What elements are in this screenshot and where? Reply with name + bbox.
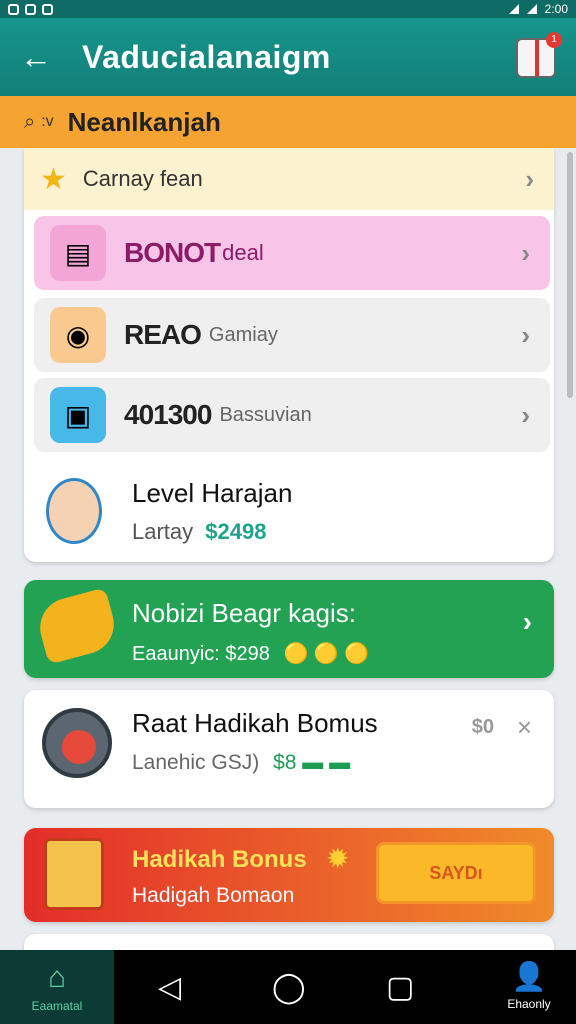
person-icon: 👤 <box>511 961 547 992</box>
chevron-right-icon: › <box>521 319 530 350</box>
list-item[interactable]: ▤ BONOT deal › <box>34 216 550 290</box>
list-item-label: Gamiay <box>208 323 278 346</box>
sub-header-prefix: :v <box>41 113 54 130</box>
close-icon[interactable]: × <box>517 712 532 743</box>
sub-header: ⌕ :v Neanlkanjah <box>0 96 576 148</box>
star-icon: ★ <box>40 162 67 196</box>
home-icon: ⌂ <box>47 961 67 994</box>
chevron-right-icon: › <box>525 163 534 194</box>
claim-button-label: SAYDı <box>429 862 483 883</box>
level-item[interactable]: Level Harajan Lartay $2498 <box>24 460 554 562</box>
promo-subtitle: Eaaunyic: $298 <box>132 643 270 665</box>
back-arrow-icon[interactable]: ← <box>20 39 60 76</box>
page-title: Vaducialanaigm <box>82 38 331 75</box>
bottom-nav: ⌂ Eaamatal ◁ ◯ ▢ 👤 Ehaonly <box>0 950 576 1024</box>
list-item[interactable]: ★ Carnay fean › <box>24 148 554 210</box>
guitar-icon <box>33 587 121 665</box>
notification-icon <box>42 3 53 15</box>
list-item-label: Carnay fean <box>82 166 203 191</box>
avatar <box>46 478 102 544</box>
nav-profile[interactable]: 👤 Ehaonly <box>494 960 564 1011</box>
home-button[interactable]: ◯ <box>272 970 306 1005</box>
list-item-value: REAO <box>124 319 202 350</box>
robot-icon <box>42 708 112 778</box>
level-title: Level Harajan <box>132 478 293 508</box>
list-item-value: 401300 <box>124 399 212 430</box>
clipboard-icon: ▤ <box>50 225 106 281</box>
level-label: Lartay <box>132 519 194 544</box>
wifi-icon <box>526 4 537 14</box>
rewards-icon: $8 ▬ ▬ <box>273 751 351 774</box>
menu-list: ★ Carnay fean › ▤ BONOT deal › ◉ REAO Ga… <box>24 148 554 562</box>
nav-home-label: Eaamatal <box>31 999 83 1013</box>
coins-icon: 🟡 🟡 🟡 <box>283 643 370 665</box>
chevron-right-icon: › <box>521 399 530 430</box>
nav-profile-label: Ehaonly <box>507 997 551 1011</box>
price-badge: $0 <box>471 716 494 738</box>
account-icon: ⌕ <box>24 110 36 133</box>
gift-icon[interactable]: 1 <box>516 32 562 78</box>
list-item[interactable]: ▣ 401300 Bassuvian › <box>34 378 550 452</box>
list-item[interactable]: ◉ REAO Gamiay › <box>34 298 550 372</box>
claim-button[interactable]: SAYDı <box>376 842 536 904</box>
popcorn-icon <box>44 838 104 910</box>
sub-header-title: Neanlkanjah <box>67 106 221 137</box>
signal-icon <box>508 4 519 14</box>
chevron-right-icon: › <box>521 237 530 268</box>
bonus-card[interactable]: Hadikah Bonus Hadigah Bomaon ✹ SAYDı <box>24 828 554 922</box>
promo-title: Nobizi Beagr kagis: <box>132 598 356 628</box>
notification-icon <box>25 3 36 15</box>
list-item-label: deal <box>222 240 264 265</box>
status-icons <box>8 3 53 15</box>
app-bar: ← Vaducialanaigm 1 <box>0 18 576 96</box>
box-icon: ▣ <box>50 387 106 443</box>
scrollbar[interactable] <box>567 152 573 398</box>
gear-icon: ✹ <box>326 843 350 874</box>
promo-card-white[interactable]: Raat Hadikah Bomus Lanehic GSJ) $8 ▬ ▬ $… <box>24 690 554 808</box>
list-item-value: BONOT <box>124 237 221 268</box>
coin-icon: ◉ <box>50 307 106 363</box>
nav-home[interactable]: ⌂ Eaamatal <box>0 950 114 1024</box>
notification-icon <box>8 3 19 15</box>
back-button[interactable]: ◁ <box>158 970 181 1005</box>
chevron-right-icon: › <box>522 606 532 637</box>
status-bar: 2:00 <box>0 0 576 18</box>
recent-apps-button[interactable]: ▢ <box>386 970 414 1005</box>
list-item-label: Bassuvian <box>219 403 312 426</box>
notification-badge: 1 <box>546 32 562 48</box>
promo-card-green[interactable]: Nobizi Beagr kagis: Eaaunyic: $298 🟡 🟡 🟡… <box>24 580 554 678</box>
level-amount: $2498 <box>205 519 267 544</box>
status-time: 2:00 <box>544 2 568 16</box>
promo-subtitle: Lanehic GSJ) <box>132 751 260 774</box>
